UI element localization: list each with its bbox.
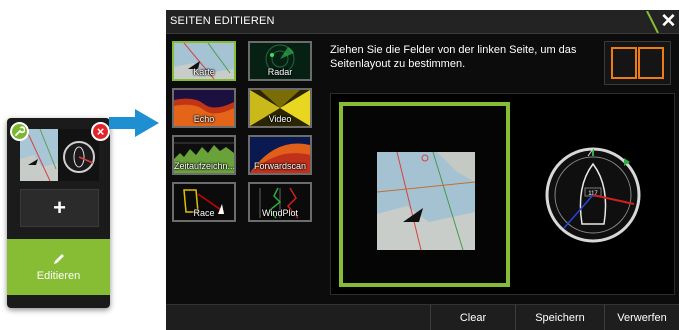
tile-video[interactable]: Video <box>248 88 312 128</box>
tile-label: Radar <box>267 67 293 77</box>
tile-race[interactable]: Race <box>172 182 236 222</box>
tile-label: Zeitaufzeichn... <box>174 161 234 171</box>
layout-right-pane <box>638 47 664 79</box>
wrench-icon[interactable] <box>10 122 29 141</box>
layout-left-pane <box>611 47 637 79</box>
layout-slot-left[interactable] <box>339 102 510 287</box>
tile-label: Karte <box>193 67 215 77</box>
edit-button[interactable]: Editieren <box>7 239 110 295</box>
page-thumbnail[interactable] <box>20 129 99 181</box>
tile-echo[interactable]: Echo <box>172 88 236 128</box>
tile-label: Forwardscan <box>253 161 307 171</box>
edit-label: Editieren <box>36 270 81 282</box>
page-type-tiles: Karte Radar Echo Video Zeitaufzeichn... … <box>166 34 319 304</box>
add-page-button[interactable]: + <box>20 189 99 227</box>
discard-button[interactable]: Verwerfen <box>604 305 679 330</box>
edit-pages-dialog: SEITEN EDITIEREN ✕ Karte Radar Echo Vide… <box>166 10 679 330</box>
tile-forwardscan[interactable]: Forwardscan <box>248 135 312 175</box>
clear-button[interactable]: Clear <box>430 305 515 330</box>
tile-label: WindPlot <box>261 208 298 218</box>
page-layout-preview: 117 <box>330 93 675 295</box>
tile-windplot[interactable]: WindPlot <box>248 182 312 222</box>
close-icon[interactable]: × <box>91 122 110 141</box>
tile-label: Video <box>268 114 292 124</box>
close-button[interactable]: ✕ <box>658 10 679 33</box>
pencil-icon <box>53 254 64 264</box>
tile-time-plot[interactable]: Zeitaufzeichn... <box>172 135 236 175</box>
arrow-right-icon <box>109 109 159 137</box>
dialog-titlebar: SEITEN EDITIEREN ✕ <box>166 10 679 34</box>
tile-label: Echo <box>193 114 215 124</box>
dialog-bottom-bar: Clear Speichern Verwerfen <box>166 304 679 330</box>
split-layout-button[interactable] <box>604 41 671 85</box>
tile-label: Race <box>193 208 215 218</box>
compass-preview: 117 <box>544 146 642 244</box>
save-button[interactable]: Speichern <box>515 305 604 330</box>
home-page-panel: × + Editieren <box>7 118 110 308</box>
dialog-title: SEITEN EDITIEREN <box>170 15 275 27</box>
chart-preview <box>377 152 475 250</box>
tile-karte[interactable]: Karte <box>172 41 236 81</box>
tile-radar[interactable]: Radar <box>248 41 312 81</box>
instruction-text: Ziehen Sie die Felder von der linken Sei… <box>330 44 577 70</box>
